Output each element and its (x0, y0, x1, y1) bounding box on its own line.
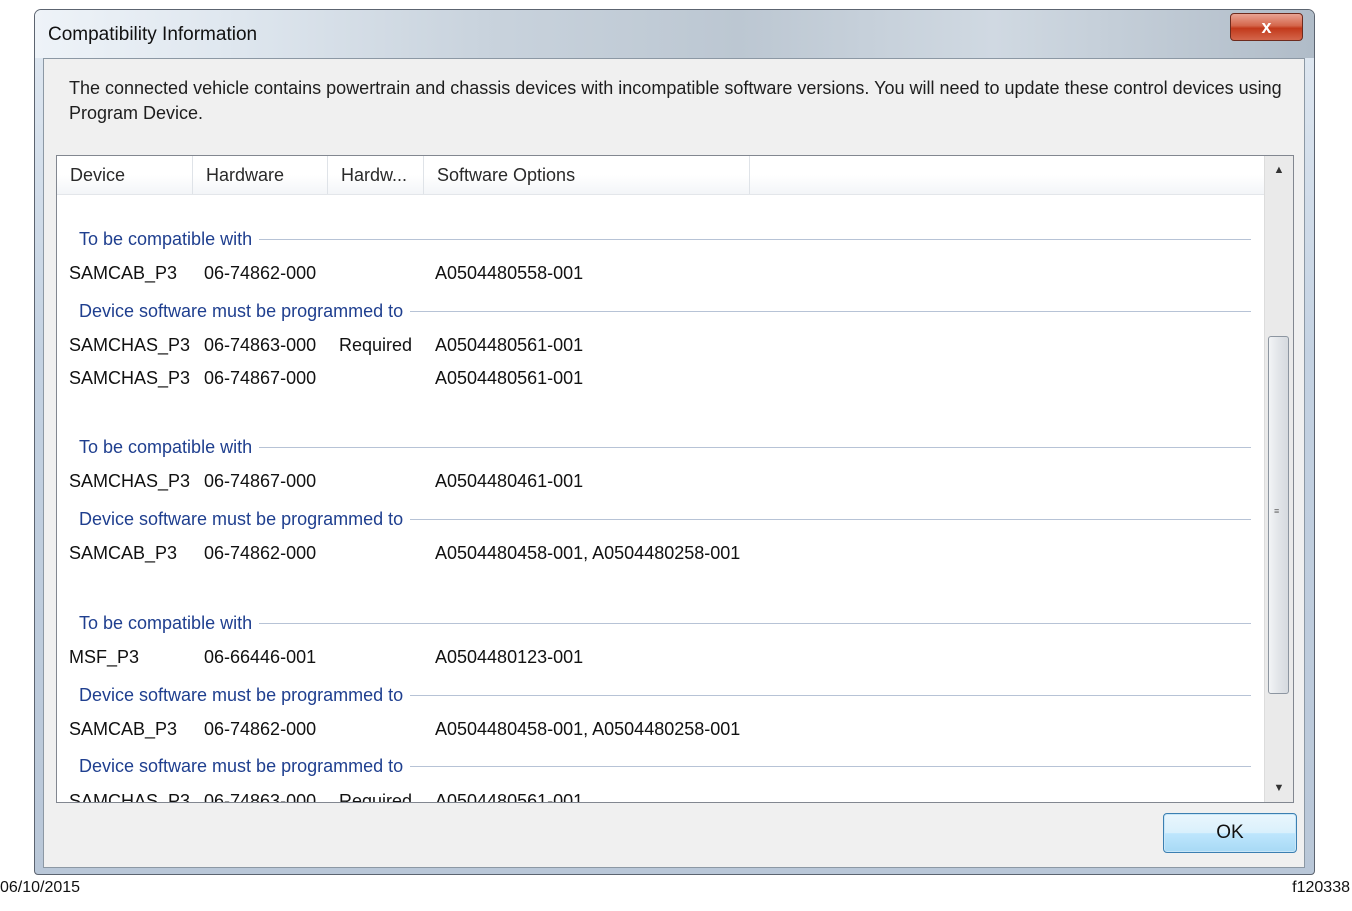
cell-software-options: A0504480458-001, A0504480258-001 (435, 543, 741, 563)
cell-hardware: 06-74862-000 (204, 263, 317, 283)
cell-device: MSF_P3 (69, 647, 140, 667)
column-header-device[interactable]: Device (57, 156, 193, 194)
cell-hardware: 06-74862-000 (204, 543, 317, 563)
cell-software-options: A0504480558-001 (435, 263, 584, 283)
group-header: Device software must be programmed to (79, 504, 1251, 534)
cell-hardware: 06-74863-000 (204, 791, 317, 803)
table-row[interactable]: SAMCHAS_P3 06-74867-000 A0504480461-001 (57, 466, 1265, 496)
dialog-body: The connected vehicle contains powertrai… (43, 58, 1305, 868)
table-row[interactable]: SAMCAB_P3 06-74862-000 A0504480458-001, … (57, 538, 1265, 568)
title-bar[interactable]: Compatibility Information x (35, 10, 1314, 58)
dialog-window: Compatibility Information x The connecte… (34, 9, 1315, 875)
warning-message: The connected vehicle contains powertrai… (69, 78, 1282, 123)
cell-software-options: A0504480123-001 (435, 647, 584, 667)
table-row[interactable]: MSF_P3 06-66446-001 A0504480123-001 (57, 642, 1265, 672)
ok-button[interactable]: OK (1163, 813, 1297, 853)
scroll-up-arrow-icon[interactable]: ▲ (1265, 156, 1293, 184)
scroll-down-arrow-icon[interactable]: ▼ (1265, 774, 1293, 802)
close-button[interactable]: x (1230, 13, 1303, 41)
scrollbar-thumb[interactable]: ≡ (1268, 336, 1289, 694)
cell-software-options: A0504480561-001 (435, 368, 584, 388)
cell-software-options: A0504480458-001, A0504480258-001 (435, 719, 741, 739)
table-row[interactable]: SAMCAB_P3 06-74862-000 A0504480558-001 (57, 258, 1265, 288)
cell-hardware: 06-74862-000 (204, 719, 317, 739)
cell-hardware: 06-74867-000 (204, 368, 317, 388)
list-rows: To be compatible with SAMCAB_P3 06-74862… (57, 194, 1265, 803)
scrollbar-grip-icon: ≡ (1274, 506, 1280, 516)
compatibility-list[interactable]: Device Hardware Hardw... Software Option… (56, 155, 1294, 803)
cell-device: SAMCAB_P3 (69, 719, 178, 739)
cell-device: SAMCHAS_P3 (69, 368, 191, 388)
window-title: Compatibility Information (48, 24, 258, 45)
group-header: To be compatible with (79, 608, 1251, 638)
list-header: Device Hardware Hardw... Software Option… (57, 156, 1265, 195)
table-row[interactable]: SAMCAB_P3 06-74862-000 A0504480458-001, … (57, 714, 1265, 744)
cell-device: SAMCAB_P3 (69, 263, 178, 283)
cell-hardware-status: Required (339, 335, 413, 355)
cell-hardware: 06-74863-000 (204, 335, 317, 355)
table-row[interactable]: SAMCHAS_P3 06-74863-000 Required A050448… (57, 786, 1265, 803)
cell-hardware: 06-66446-001 (204, 647, 317, 667)
cell-software-options: A0504480561-001 (435, 335, 584, 355)
cell-software-options: A0504480461-001 (435, 471, 584, 491)
cell-device: SAMCAB_P3 (69, 543, 178, 563)
figure-id: f120338 (1292, 879, 1350, 896)
group-header: Device software must be programmed to (79, 296, 1251, 326)
close-icon: x (1261, 17, 1272, 37)
column-header-hardware[interactable]: Hardware (193, 156, 328, 194)
cell-device: SAMCHAS_P3 (69, 791, 191, 803)
column-header-hardware-status[interactable]: Hardw... (328, 156, 424, 194)
cell-hardware-status: Required (339, 791, 413, 803)
cell-software-options: A0504480561-001 (435, 791, 584, 803)
group-header: Device software must be programmed to (79, 751, 1251, 781)
table-row[interactable]: SAMCHAS_P3 06-74867-000 A0504480561-001 (57, 363, 1265, 393)
group-header: To be compatible with (79, 432, 1251, 462)
column-header-software-options[interactable]: Software Options (424, 156, 750, 194)
vertical-scrollbar[interactable]: ▲ ≡ ▼ (1264, 156, 1293, 802)
cell-device: SAMCHAS_P3 (69, 471, 191, 491)
column-header-empty (750, 156, 1265, 194)
table-row[interactable]: SAMCHAS_P3 06-74863-000 Required A050448… (57, 330, 1265, 360)
cell-hardware: 06-74867-000 (204, 471, 317, 491)
cell-device: SAMCHAS_P3 (69, 335, 191, 355)
footer-date: 06/10/2015 (0, 879, 81, 896)
group-header: To be compatible with (79, 224, 1251, 254)
group-header: Device software must be programmed to (79, 680, 1251, 710)
